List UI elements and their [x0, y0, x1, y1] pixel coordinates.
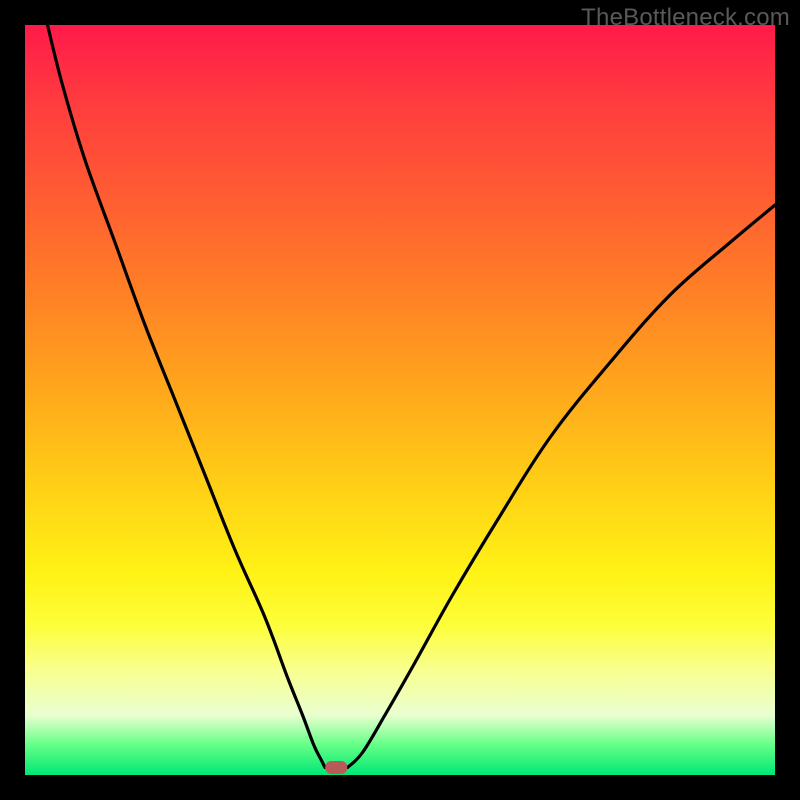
bottleneck-curve: [25, 25, 775, 775]
watermark-text: TheBottleneck.com: [581, 4, 790, 32]
plot-area: [25, 25, 775, 775]
optimum-marker: [325, 761, 347, 774]
curve-path: [48, 25, 776, 768]
chart-frame: TheBottleneck.com: [0, 0, 800, 800]
